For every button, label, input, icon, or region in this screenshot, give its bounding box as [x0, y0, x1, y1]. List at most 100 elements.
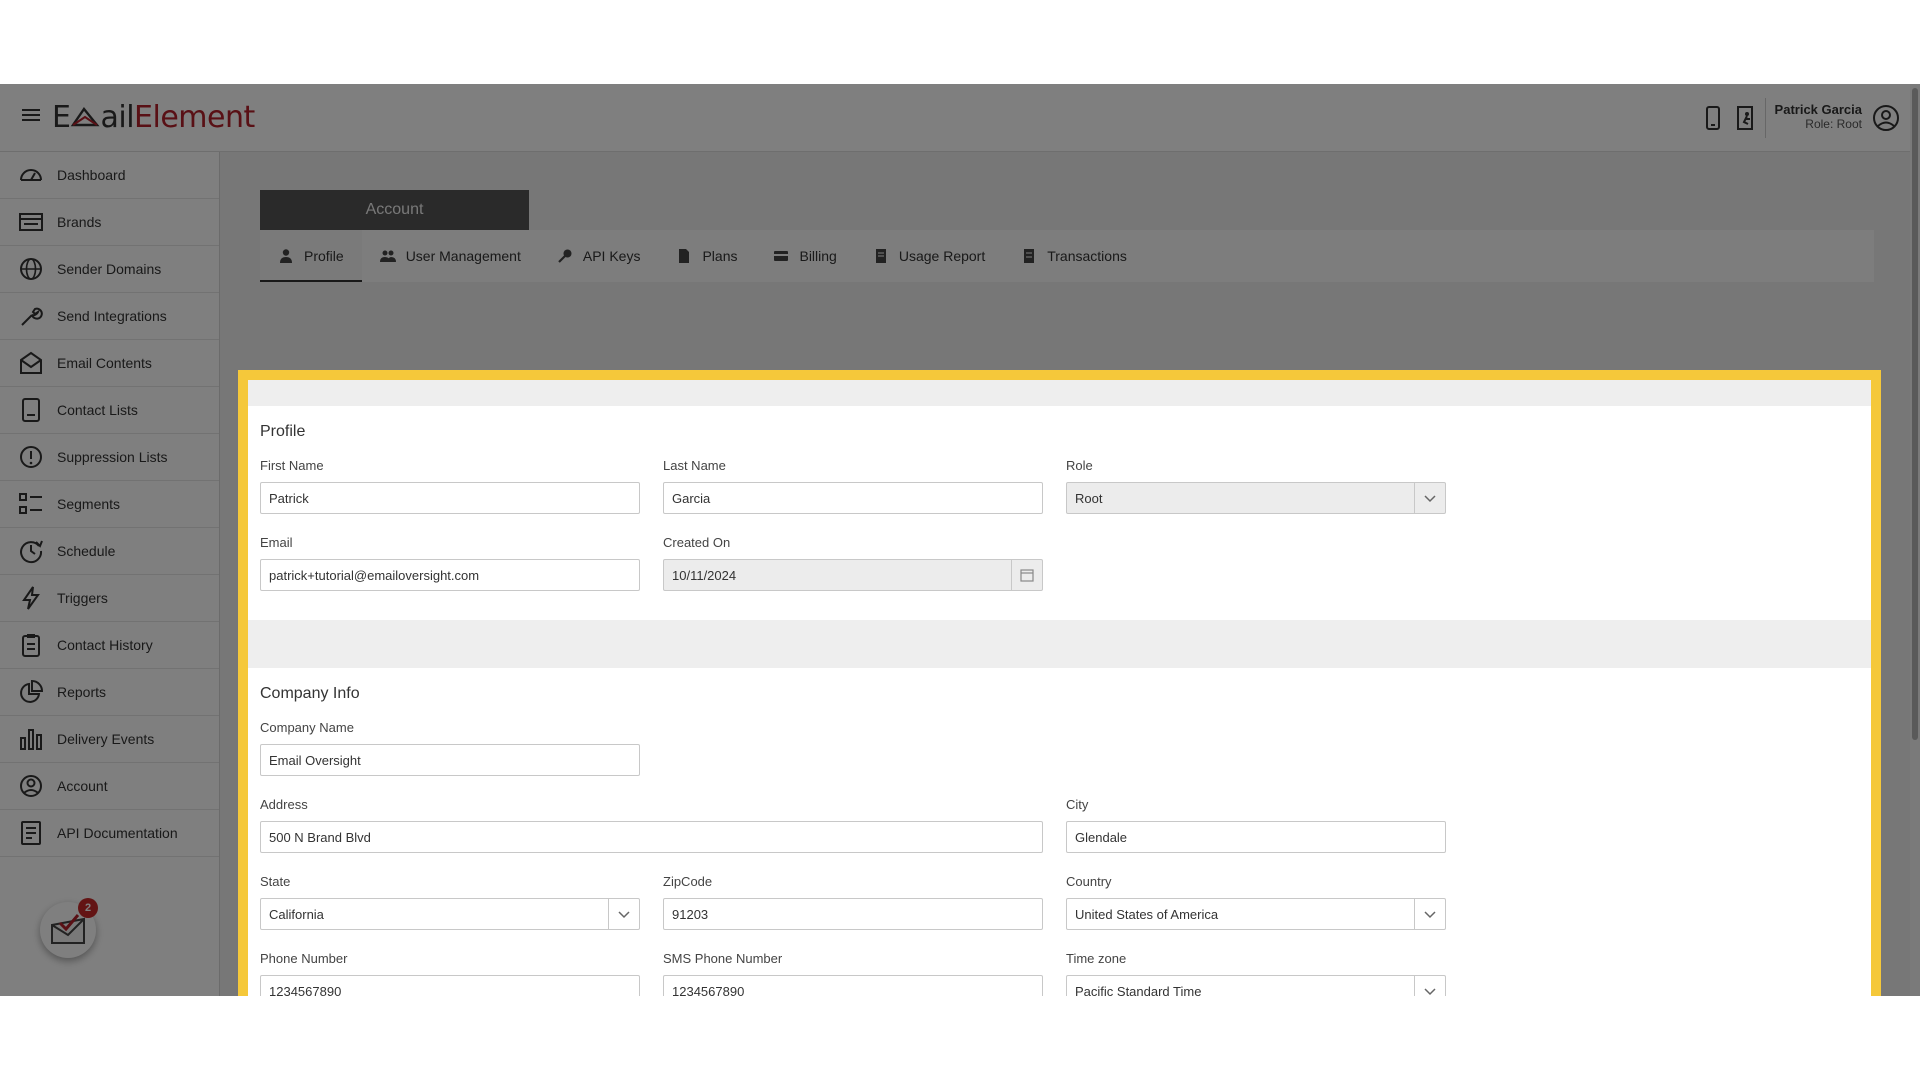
sidebar: Dashboard Brands Sender Domains Send Int…: [0, 152, 220, 996]
calendar-icon[interactable]: [1011, 560, 1042, 590]
created-on-value: 10/11/2024: [672, 567, 737, 583]
sidebar-item-brands[interactable]: Brands: [0, 199, 219, 246]
sidebar-item-send-integrations[interactable]: Send Integrations: [0, 293, 219, 340]
users-icon: [379, 250, 396, 262]
chevron-down-icon[interactable]: [1414, 976, 1445, 996]
user-avatar-icon[interactable]: [1872, 104, 1900, 132]
menu-icon[interactable]: [22, 106, 40, 124]
sidebar-item-reports[interactable]: Reports: [0, 669, 219, 716]
logo-envelope-icon: [71, 106, 100, 127]
sidebar-item-label: Segments: [57, 496, 121, 512]
mail-check-icon: [51, 914, 85, 944]
country-label: Country: [1066, 874, 1112, 889]
sidebar-item-dashboard[interactable]: Dashboard: [0, 152, 219, 199]
report-icon: [875, 249, 886, 263]
sidebar-item-sender-domains[interactable]: Sender Domains: [0, 246, 219, 293]
email-label: Email: [260, 535, 293, 550]
zipcode-field[interactable]: 91203: [663, 898, 1043, 930]
city-field[interactable]: Glendale: [1066, 821, 1446, 853]
tab-transactions[interactable]: Transactions: [1003, 230, 1145, 282]
company-name-value: Email Oversight: [269, 752, 361, 768]
sidebar-item-label: Contact Lists: [57, 402, 138, 418]
file-icon: [679, 249, 690, 263]
tab-api-keys[interactable]: API Keys: [539, 230, 659, 282]
city-label: City: [1066, 797, 1089, 812]
sidebar-item-segments[interactable]: Segments: [0, 481, 219, 528]
tab-label: API Keys: [582, 248, 641, 264]
mobile-phone-icon[interactable]: [1700, 104, 1726, 132]
company-name-field[interactable]: Email Oversight: [260, 744, 640, 776]
sidebar-item-api-documentation[interactable]: API Documentation: [0, 810, 219, 857]
chevron-down-icon[interactable]: [1414, 899, 1445, 929]
sidebar-item-suppression-lists[interactable]: Suppression Lists: [0, 434, 219, 481]
sms-phone-field[interactable]: 1234567890: [663, 975, 1043, 996]
sidebar-item-triggers[interactable]: Triggers: [0, 575, 219, 622]
receipt-icon: [1024, 249, 1035, 263]
state-select[interactable]: California: [260, 898, 640, 930]
sidebar-item-label: Triggers: [57, 590, 108, 606]
tab-billing[interactable]: Billing: [755, 230, 854, 282]
zipcode-value: 91203: [672, 906, 709, 922]
sidebar-item-account[interactable]: Account: [0, 763, 219, 810]
sidebar-item-label: Send Integrations: [57, 308, 167, 324]
last-name-field[interactable]: Garcia: [663, 482, 1043, 514]
profile-panel: Profile First Name Patrick Last Name Gar…: [248, 406, 1871, 620]
sms-phone-label: SMS Phone Number: [663, 951, 783, 966]
phone-label: Phone Number: [260, 951, 348, 966]
company-section-title: Company Info: [260, 685, 360, 702]
sidebar-item-label: Reports: [57, 684, 107, 700]
role-select[interactable]: Root: [1066, 482, 1446, 514]
sidebar-item-contact-lists[interactable]: Contact Lists: [0, 387, 219, 434]
sidebar-item-label: Email Contents: [57, 355, 152, 371]
timezone-select[interactable]: Pacific Standard Time: [1066, 975, 1446, 996]
tab-usage-report[interactable]: Usage Report: [855, 230, 1003, 282]
tab-label: Profile: [304, 248, 344, 264]
first-name-field[interactable]: Patrick: [260, 482, 640, 514]
chevron-down-icon[interactable]: [1414, 483, 1445, 513]
address-label: Address: [260, 797, 308, 812]
role-value: Root: [1075, 490, 1103, 506]
tab-user-management[interactable]: User Management: [362, 230, 539, 282]
document-icon: [21, 821, 41, 845]
tab-plans[interactable]: Plans: [658, 230, 755, 282]
email-field[interactable]: patrick+tutorial@emailoversight.com: [260, 559, 640, 591]
sidebar-item-email-contents[interactable]: Email Contents: [0, 340, 219, 387]
scrollbar-thumb[interactable]: [1912, 88, 1918, 740]
timezone-value: Pacific Standard Time: [1075, 983, 1202, 997]
sidebar-item-label: Contact History: [57, 637, 153, 653]
company-name-label: Company Name: [260, 720, 354, 735]
top-bar: EailElement Patrick Garcia Role: Root: [0, 84, 1920, 152]
envelope-icon: [20, 351, 42, 374]
clipboard-icon: [22, 634, 40, 657]
logo-ail: ail: [100, 100, 135, 135]
sidebar-item-label: Dashboard: [57, 167, 126, 183]
created-on-field[interactable]: 10/11/2024: [663, 559, 1043, 591]
chevron-down-icon[interactable]: [608, 899, 639, 929]
sidebar-item-label: Schedule: [57, 543, 116, 559]
sidebar-item-delivery-events[interactable]: Delivery Events: [0, 716, 219, 763]
logo-element: Element: [134, 100, 255, 135]
app-logo[interactable]: EailElement: [52, 100, 255, 135]
country-select[interactable]: United States of America: [1066, 898, 1446, 930]
tab-label: Usage Report: [898, 248, 986, 264]
phone-field[interactable]: 1234567890: [260, 975, 640, 996]
address-field[interactable]: 500 N Brand Blvd: [260, 821, 1043, 853]
sidebar-item-contact-history[interactable]: Contact History: [0, 622, 219, 669]
bar-chart-icon: [20, 729, 42, 750]
user-circle-icon: [20, 775, 42, 797]
company-info-panel: Company Info Company Name Email Oversigh…: [248, 668, 1871, 996]
lightning-icon: [22, 586, 40, 610]
notification-badge: 2: [78, 898, 98, 918]
logout-icon[interactable]: [1733, 104, 1759, 132]
account-header-tab: Account: [260, 190, 529, 230]
created-on-label: Created On: [663, 535, 731, 550]
list-card-icon: [19, 213, 43, 231]
account-tabs: Profile User Management API Keys Plans B…: [260, 230, 1874, 282]
messages-fab-button[interactable]: 2: [40, 898, 98, 958]
profile-section-title: Profile: [260, 423, 306, 440]
first-name-label: First Name: [260, 458, 324, 473]
phone-value: 1234567890: [269, 983, 342, 997]
sidebar-item-schedule[interactable]: Schedule: [0, 528, 219, 575]
wrench-icon: [21, 307, 43, 326]
tab-profile[interactable]: Profile: [260, 230, 362, 282]
